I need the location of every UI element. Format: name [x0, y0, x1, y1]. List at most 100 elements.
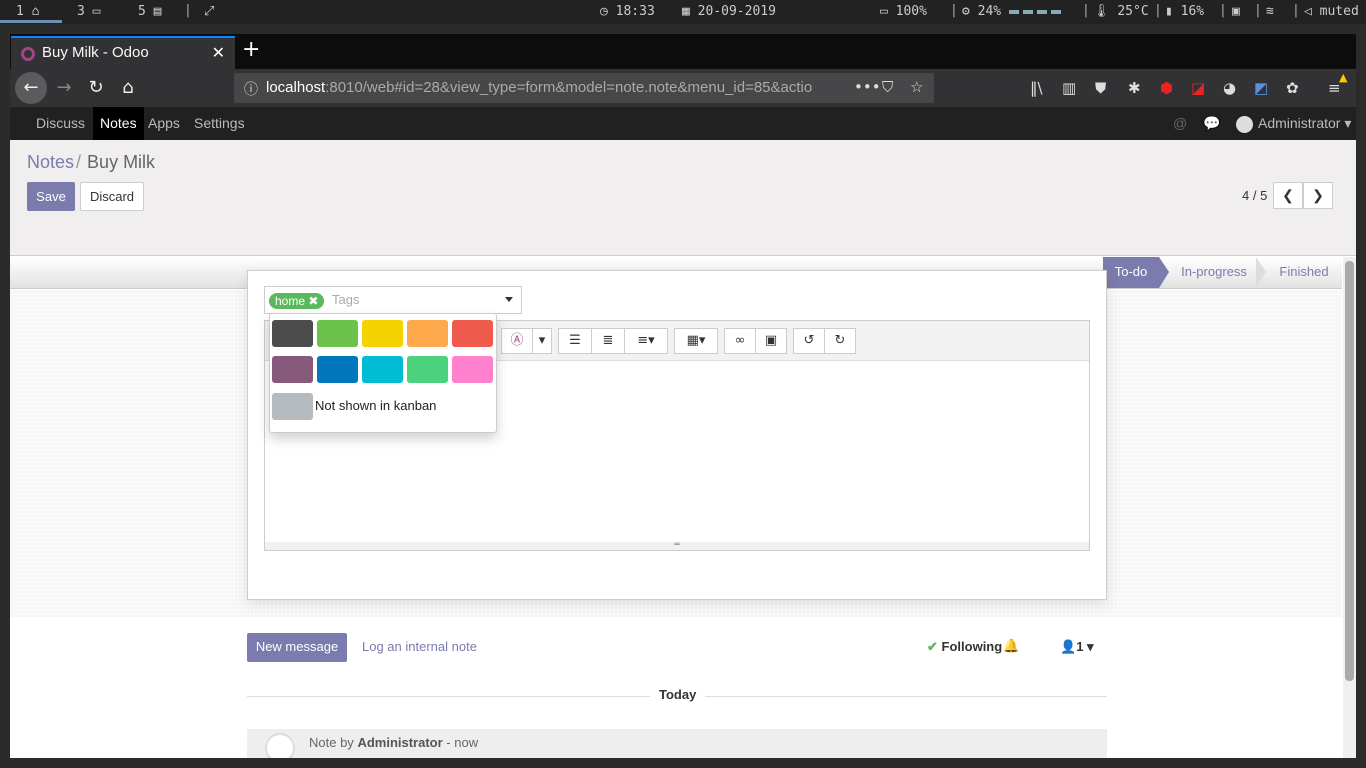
color-swatch[interactable]: [452, 356, 493, 383]
link-button[interactable]: ∞: [724, 328, 756, 354]
bullet-list-button[interactable]: ☰: [558, 328, 592, 354]
incognito-icon[interactable]: ◕: [1223, 79, 1236, 97]
tags-field[interactable]: home ✖ Tags: [264, 286, 522, 314]
library-icon[interactable]: ‖\: [1030, 79, 1043, 97]
color-swatch[interactable]: [362, 356, 403, 383]
reload-icon[interactable]: ↻: [82, 74, 110, 102]
undo-button[interactable]: ↺: [793, 328, 825, 354]
color-swatch[interactable]: [317, 356, 358, 383]
remove-tag-icon[interactable]: ✖: [308, 294, 318, 308]
control-panel: Notes / Buy Milk Save Discard 4 / 5 ❮ ❯: [10, 140, 1356, 256]
folder-icon: ▭: [92, 4, 101, 19]
menu-apps[interactable]: Apps: [141, 107, 187, 140]
stage-in-progress[interactable]: In-progress: [1172, 257, 1256, 288]
info-icon[interactable]: ⓘ: [244, 79, 258, 99]
workspace-3[interactable]: 3 ▭: [77, 4, 100, 19]
followers-button[interactable]: 👤1 ▾: [1060, 639, 1094, 655]
menu-notes[interactable]: Notes: [93, 107, 144, 140]
bookmark-star-icon[interactable]: ☆: [910, 78, 923, 96]
color-swatch[interactable]: [362, 320, 403, 347]
tag-badge[interactable]: home ✖: [269, 293, 325, 309]
stage-todo[interactable]: To-do: [1103, 257, 1159, 288]
privacy-badger-icon[interactable]: ⛊: [1095, 79, 1106, 97]
no-kanban-swatch[interactable]: [272, 393, 313, 420]
new-tab-icon[interactable]: +: [242, 37, 260, 62]
chevron-left-icon: ❮: [1282, 187, 1294, 203]
image-button[interactable]: ▣: [755, 328, 787, 354]
scrollbar-thumb[interactable]: [1345, 261, 1354, 681]
menu-settings[interactable]: Settings: [187, 107, 252, 140]
home-icon[interactable]: ⌂: [114, 74, 142, 102]
page-scrollbar[interactable]: [1343, 257, 1356, 758]
log-note-link[interactable]: Log an internal note: [362, 639, 477, 654]
browser-window: Buy Milk - Odoo ✕ + ← → ↻ ⌂ ⓘ localhost:…: [10, 34, 1356, 758]
extension-red-icon[interactable]: ◪: [1191, 79, 1205, 97]
volume: ◁ muted: [1304, 4, 1359, 19]
page-actions-icon[interactable]: •••: [854, 78, 881, 96]
font-color-button[interactable]: Ⓐ: [501, 328, 533, 354]
package-icon: ▣: [1232, 4, 1240, 19]
menu-discuss[interactable]: Discuss: [29, 107, 92, 140]
clock-icon: ◷: [600, 4, 608, 19]
window-icon: ▤: [153, 4, 162, 19]
color-swatch[interactable]: [407, 356, 448, 383]
color-swatch[interactable]: [272, 356, 313, 383]
dropdown-caret-icon[interactable]: [505, 297, 513, 302]
tags-input[interactable]: Tags: [332, 292, 359, 307]
active-workspace-indicator: [0, 20, 62, 23]
extension-icon[interactable]: ✱: [1128, 79, 1141, 97]
no-kanban-label[interactable]: Not shown in kanban: [315, 398, 436, 413]
discard-button[interactable]: Discard: [80, 182, 144, 211]
odoo-main-menu: Discuss Notes Apps Settings @ 💬 Administ…: [10, 107, 1356, 140]
avatar: [1236, 115, 1253, 133]
translate-icon[interactable]: ◩: [1254, 79, 1268, 97]
sidebar-icon[interactable]: ▥: [1062, 79, 1076, 97]
today-label: Today: [650, 687, 706, 702]
new-message-button[interactable]: New message: [247, 633, 347, 662]
stage-finished[interactable]: Finished: [1270, 257, 1338, 288]
expand-icon[interactable]: ⤢: [204, 4, 214, 19]
breadcrumb: Notes / Buy Milk: [27, 152, 156, 172]
color-swatch[interactable]: [317, 320, 358, 347]
pager-next-button[interactable]: ❯: [1303, 182, 1333, 209]
browser-tab[interactable]: Buy Milk - Odoo ✕: [11, 36, 235, 69]
color-swatch[interactable]: [452, 320, 493, 347]
check-icon: ✔: [927, 639, 938, 654]
pager-value[interactable]: 4 / 5: [1242, 188, 1267, 203]
user-menu[interactable]: Administrator ▾: [1236, 107, 1351, 140]
url-bar[interactable]: ⓘ localhost:8010/web#id=28&view_type=for…: [234, 73, 934, 103]
color-swatch[interactable]: [272, 320, 313, 347]
save-button[interactable]: Save: [27, 182, 75, 211]
bell-icon[interactable]: 🔔: [1003, 638, 1019, 654]
close-tab-icon[interactable]: ✕: [212, 43, 225, 62]
odoo-favicon-icon: [21, 47, 35, 61]
pager-previous-button[interactable]: ❮: [1273, 182, 1303, 209]
home-icon: ⌂: [31, 4, 40, 19]
navigation-toolbar: ← → ↻ ⌂ ⓘ localhost:8010/web#id=28&view_…: [10, 69, 1356, 107]
following-button[interactable]: ✔ Following: [927, 639, 1002, 655]
activity-icon[interactable]: @: [1173, 115, 1187, 131]
workspace-5[interactable]: 5 ▤: [138, 4, 161, 19]
cpu-icon: ⚙: [962, 4, 970, 19]
pocket-icon[interactable]: ⛉: [882, 78, 893, 96]
workspace-1[interactable]: 1 ⌂: [16, 4, 39, 19]
battery-icon: ▭: [880, 4, 888, 19]
align-left-icon: ≡▾: [637, 333, 655, 348]
table-button[interactable]: ▦▾: [674, 328, 718, 354]
chat-icon[interactable]: 💬: [1203, 115, 1220, 132]
forward-icon[interactable]: →: [50, 74, 78, 102]
back-icon[interactable]: ←: [15, 72, 47, 104]
caret-down-icon: ▾: [538, 333, 546, 348]
resize-grip[interactable]: ═: [265, 541, 1089, 550]
redo-button[interactable]: ↻: [824, 328, 856, 354]
font-color-dropdown[interactable]: ▾: [532, 328, 552, 354]
ublock-icon[interactable]: ⬢: [1160, 79, 1173, 97]
avatar: [265, 733, 295, 758]
color-swatch[interactable]: [407, 320, 448, 347]
align-button[interactable]: ≡▾: [624, 328, 668, 354]
redo-icon: ↻: [834, 333, 846, 348]
numbered-list-button[interactable]: ≣: [591, 328, 625, 354]
cookie-icon[interactable]: ✿: [1286, 79, 1299, 97]
breadcrumb-notes[interactable]: Notes: [27, 152, 74, 172]
desktop-status-bar: 1 ⌂ 3 ▭ 5 ▤ | ⤢ ◷ 18:33 ▦ 20-09-2019 ▭ 1…: [0, 0, 1366, 24]
